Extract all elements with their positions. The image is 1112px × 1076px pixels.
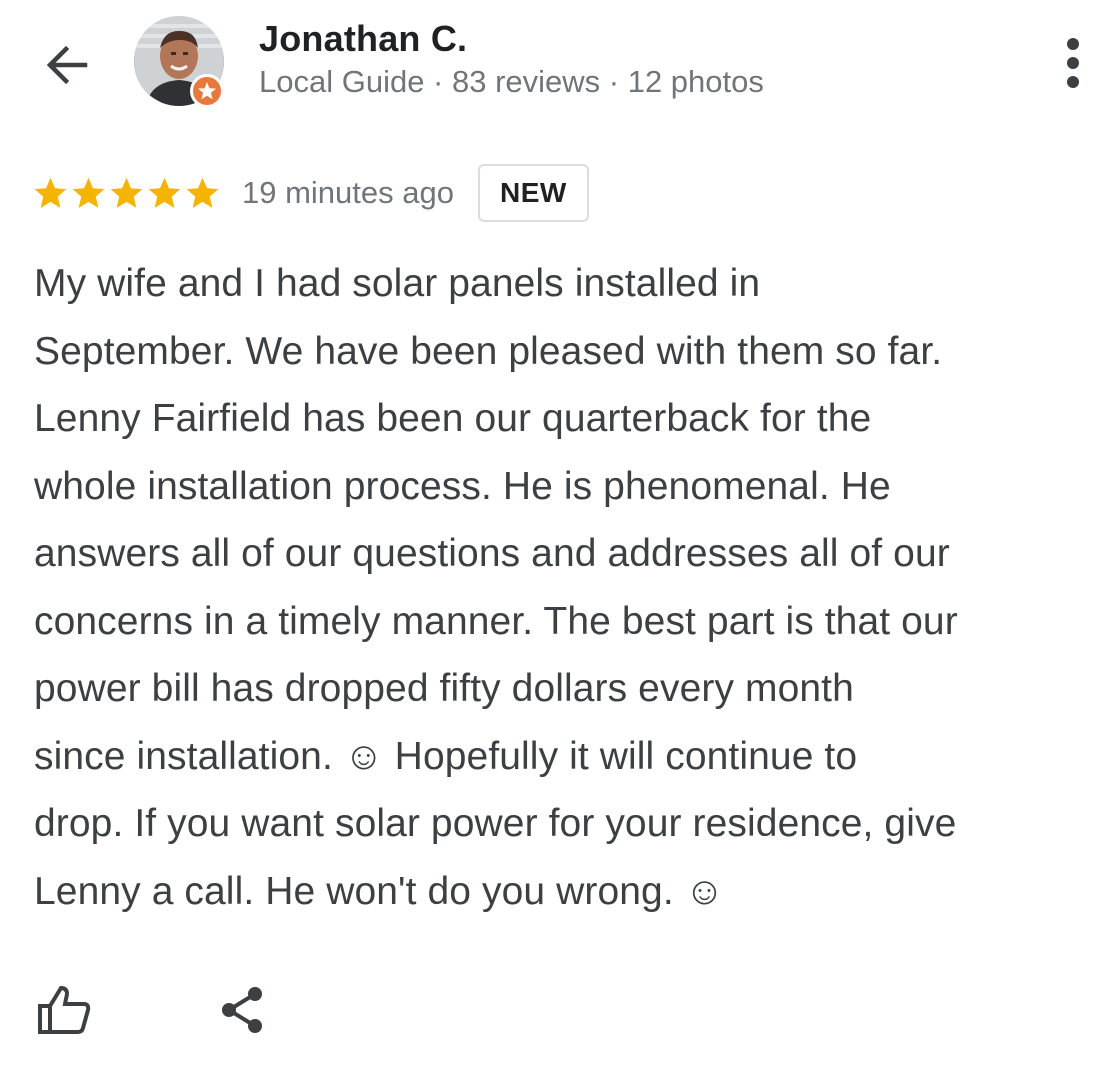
more-options-button[interactable] <box>1050 30 1096 96</box>
local-guide-badge <box>190 74 224 108</box>
star-rating <box>32 175 222 212</box>
user-name[interactable]: Jonathan C. <box>259 18 467 60</box>
star-icon <box>72 177 105 208</box>
star-icon <box>148 177 181 208</box>
more-vertical-icon <box>1067 38 1079 88</box>
user-meta: Local Guide · 83 reviews · 12 photos <box>259 64 764 99</box>
star-icon <box>110 177 143 208</box>
star-icon <box>34 177 67 208</box>
star-icon <box>186 177 219 208</box>
avatar[interactable] <box>134 16 226 108</box>
thumb-up-icon <box>38 985 91 1034</box>
share-button[interactable] <box>210 978 274 1042</box>
review-text: My wife and I had solar panels installed… <box>34 262 958 913</box>
review-time: 19 minutes ago <box>242 175 454 210</box>
new-badge: NEW <box>477 164 589 222</box>
back-button[interactable] <box>38 36 96 94</box>
like-button[interactable] <box>30 978 98 1042</box>
arrow-left-icon <box>46 45 88 85</box>
local-guide-star-icon <box>198 82 216 100</box>
share-icon <box>222 987 262 1033</box>
rating-row: 19 minutes ago NEW <box>32 162 589 224</box>
